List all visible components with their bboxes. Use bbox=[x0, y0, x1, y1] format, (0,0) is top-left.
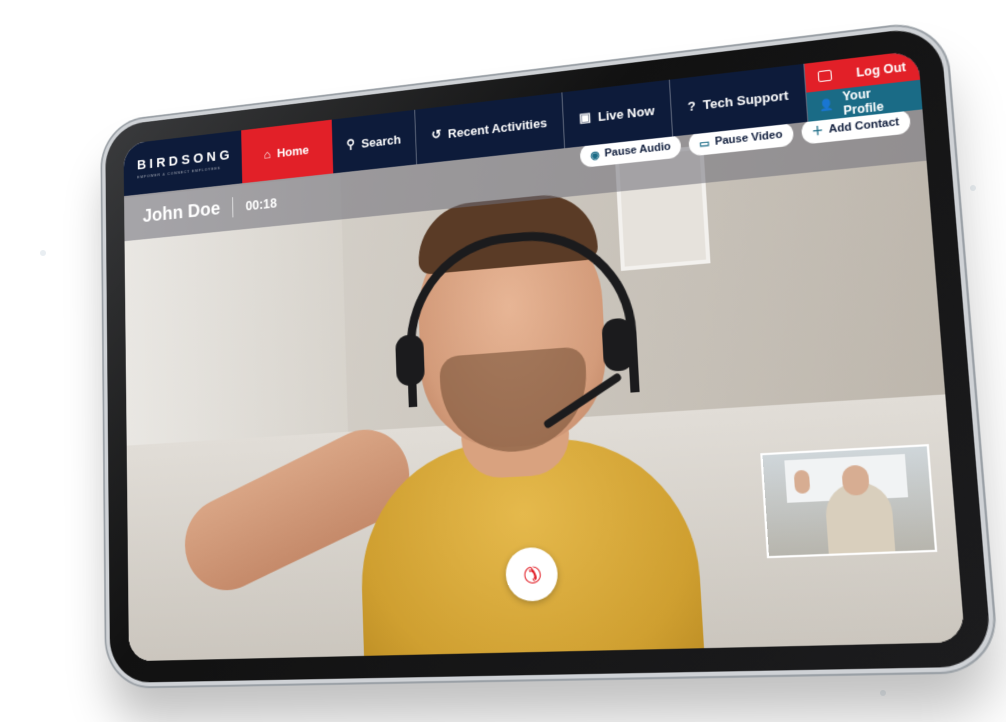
add-contact-label: Add Contact bbox=[828, 116, 900, 136]
nav-home-label: Home bbox=[276, 142, 310, 160]
phone-hangup-icon: ✆ bbox=[516, 558, 548, 591]
nav-search-label: Search bbox=[361, 131, 402, 151]
microphone-icon: ◉ bbox=[589, 148, 600, 162]
account-menu: Log Out 👤 Your Profile bbox=[804, 50, 923, 122]
self-view-video[interactable] bbox=[760, 444, 938, 559]
nav-live-now[interactable]: ▣ Live Now bbox=[562, 79, 674, 149]
user-icon: 👤 bbox=[819, 98, 835, 113]
headset-earpiece bbox=[601, 317, 635, 373]
pause-audio-label: Pause Audio bbox=[604, 140, 672, 160]
nav-search[interactable]: ⚲ Search bbox=[331, 109, 418, 174]
caller-name: John Doe bbox=[142, 198, 221, 227]
history-icon: ↺ bbox=[431, 126, 442, 142]
divider bbox=[232, 197, 234, 218]
self-view-head bbox=[841, 464, 870, 496]
background-dot bbox=[970, 185, 976, 191]
nav-live-now-label: Live Now bbox=[597, 102, 655, 124]
background-dot bbox=[880, 690, 886, 696]
search-icon: ⚲ bbox=[346, 136, 356, 152]
nav-home[interactable]: ⌂ Home bbox=[240, 119, 333, 184]
add-user-icon: ＋ bbox=[811, 125, 825, 139]
background-dot bbox=[40, 250, 46, 256]
video-off-icon: ▭ bbox=[698, 136, 711, 151]
tv-icon: ▣ bbox=[578, 109, 592, 126]
pause-video-label: Pause Video bbox=[714, 128, 783, 148]
nav-recent-activities-label: Recent Activities bbox=[447, 114, 548, 141]
tablet-device: BIRDSONG EMPOWER & CONNECT EMPLOYEES ⌂ H… bbox=[105, 25, 993, 684]
self-view-waving-hand bbox=[793, 469, 811, 494]
call-timer: 00:18 bbox=[245, 195, 278, 214]
logout-label: Log Out bbox=[855, 59, 907, 80]
help-icon: ? bbox=[687, 97, 697, 114]
tablet-screen: BIRDSONG EMPOWER & CONNECT EMPLOYEES ⌂ H… bbox=[123, 50, 966, 662]
nav-tech-support-label: Tech Support bbox=[702, 87, 789, 112]
logout-icon bbox=[817, 69, 832, 83]
headset-earpiece bbox=[395, 333, 425, 387]
home-icon: ⌂ bbox=[263, 146, 271, 162]
